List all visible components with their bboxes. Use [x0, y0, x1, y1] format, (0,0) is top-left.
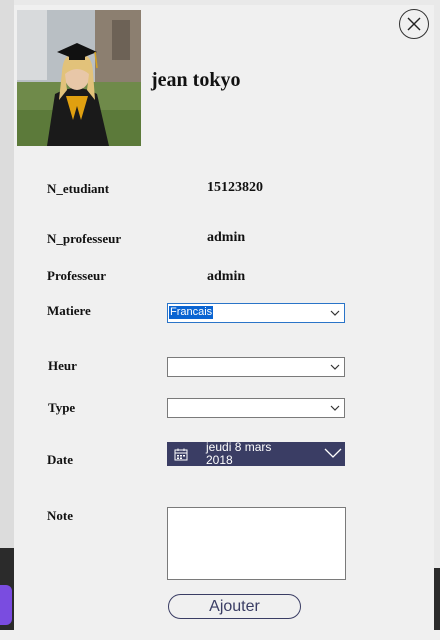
professeur-value: admin — [207, 269, 246, 284]
note-label: Note — [47, 508, 73, 523]
calendar-icon — [174, 448, 188, 461]
note-textarea[interactable] — [167, 507, 346, 580]
n-etudiant-value: 15123820 — [207, 180, 263, 195]
background-panel — [0, 0, 14, 548]
n-professeur-label: N_professeur — [47, 231, 122, 246]
chevron-down-icon — [324, 448, 342, 458]
taskbar-app-icon[interactable] — [0, 585, 12, 625]
date-picker[interactable]: jeudi 8 mars 2018 — [167, 440, 345, 467]
close-icon — [407, 17, 421, 31]
n-professeur-value: admin — [207, 230, 246, 245]
date-label: Date — [47, 452, 73, 467]
chevron-down-icon — [330, 364, 340, 370]
type-label: Type — [48, 400, 76, 415]
matiere-selected-value: Francais — [169, 306, 214, 319]
chevron-down-icon — [330, 405, 340, 411]
type-select[interactable] — [167, 398, 345, 418]
heur-label: Heur — [48, 358, 77, 373]
student-name: jean tokyo — [151, 69, 241, 91]
date-value: jeudi 8 mars 2018 — [206, 440, 272, 467]
add-note-window: jean tokyo N_etudiant 15123820 N_profess… — [14, 5, 434, 633]
ajouter-button[interactable]: Ajouter — [168, 594, 301, 619]
close-button[interactable] — [399, 9, 429, 39]
chevron-down-icon — [330, 310, 340, 316]
n-etudiant-label: N_etudiant — [47, 181, 110, 196]
professeur-label: Professeur — [47, 268, 106, 283]
heur-select[interactable] — [167, 357, 345, 377]
matiere-select[interactable]: Francais — [167, 303, 345, 323]
student-photo — [17, 10, 141, 146]
matiere-label: Matiere — [47, 303, 91, 318]
